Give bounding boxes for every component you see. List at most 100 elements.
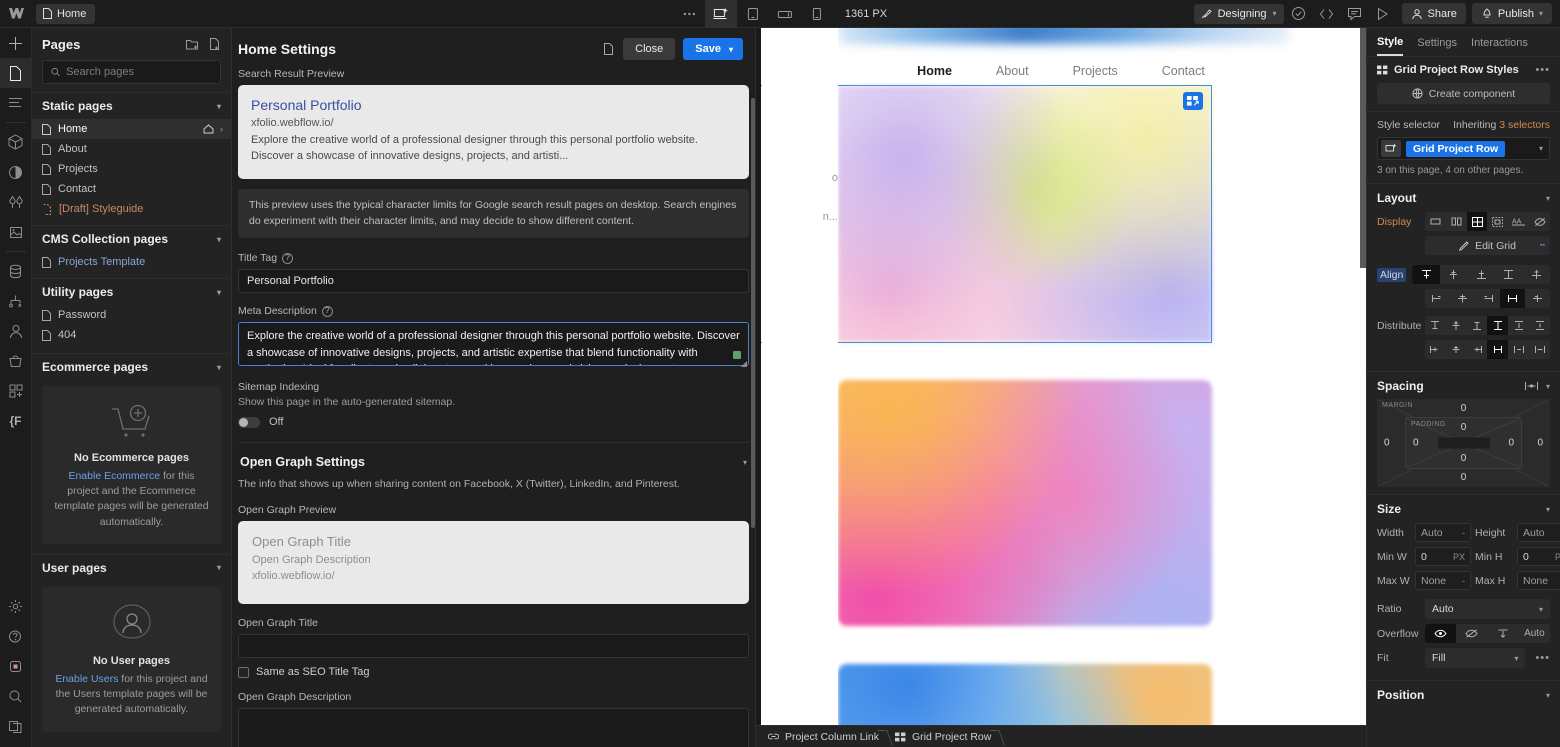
spacing-section-header[interactable]: Spacing ▾ <box>1377 379 1550 393</box>
margin-left-value[interactable]: 0 <box>1384 438 1390 449</box>
enable-users-link[interactable]: Enable Users <box>55 673 118 685</box>
display-flex-icon[interactable] <box>1446 212 1467 231</box>
breakpoint-mobile-landscape-icon[interactable] <box>769 0 801 28</box>
search-input[interactable] <box>66 66 212 78</box>
resize-grip-icon[interactable]: ◢ <box>741 359 747 368</box>
selector-scope-icon[interactable] <box>1381 140 1401 157</box>
meta-description-textarea[interactable] <box>238 322 749 366</box>
layout-section-header[interactable]: Layout ▾ <box>1377 191 1550 205</box>
nav-link-projects[interactable]: Projects <box>1073 64 1118 78</box>
display-inline-block-icon[interactable] <box>1487 212 1508 231</box>
dist2-end-icon[interactable] <box>1467 340 1488 359</box>
comment-icon[interactable] <box>1342 1 1368 27</box>
margin-top-value[interactable]: 0 <box>1461 403 1467 414</box>
dist-around-icon[interactable] <box>1529 316 1550 335</box>
og-description-textarea[interactable] <box>238 708 749 747</box>
navigator-icon[interactable] <box>0 88 32 118</box>
settings-scrollbar[interactable] <box>751 98 755 528</box>
tab-settings[interactable]: Settings <box>1417 37 1457 55</box>
project-image-2[interactable] <box>838 380 1212 626</box>
height-input[interactable]: Auto- <box>1517 523 1560 542</box>
nav-link-contact[interactable]: Contact <box>1162 64 1205 78</box>
nav-link-home[interactable]: Home <box>917 64 952 78</box>
min-width-input[interactable]: 0PX <box>1415 547 1471 566</box>
align-baseline-icon[interactable] <box>1522 265 1550 284</box>
dist-stretch-icon[interactable] <box>1487 316 1508 335</box>
chevron-down-icon[interactable]: ▾ <box>217 363 221 372</box>
sitemap-toggle-row[interactable]: Off <box>238 416 749 428</box>
chevron-down-icon[interactable]: ▾ <box>743 458 747 467</box>
help-icon[interactable] <box>0 621 32 651</box>
section-user-pages[interactable]: User pages ▾ <box>32 554 231 581</box>
settings-icon[interactable] <box>0 591 32 621</box>
help-icon[interactable]: ? <box>322 306 333 317</box>
ecommerce-icon[interactable] <box>0 346 32 376</box>
assets-icon[interactable] <box>0 217 32 247</box>
align-start-icon[interactable] <box>1412 265 1440 284</box>
max-width-input[interactable]: None- <box>1415 571 1471 590</box>
breadcrumb-item-grid-project-row[interactable]: Grid Project Row <box>889 726 1001 747</box>
dist2-center-icon[interactable] <box>1446 340 1467 359</box>
fit-dropdown[interactable]: Fill▾ <box>1425 648 1525 668</box>
page-item-projects[interactable]: Projects <box>32 159 231 179</box>
page-item-projects-template[interactable]: Projects Template <box>32 252 231 272</box>
page-item-contact[interactable]: Contact <box>32 179 231 199</box>
page-item-password[interactable]: Password <box>32 305 231 325</box>
chevron-down-icon[interactable]: ▾ <box>217 563 221 572</box>
audit-icon[interactable] <box>1286 1 1312 27</box>
cms-icon[interactable] <box>0 256 32 286</box>
padding-control[interactable]: PADDING 0 0 0 0 <box>1405 417 1522 469</box>
padding-right-value[interactable]: 0 <box>1508 438 1514 449</box>
justify-start-icon[interactable] <box>1425 289 1450 308</box>
align-stretch-icon[interactable] <box>1495 265 1523 284</box>
page-item-styleguide-draft[interactable]: [Draft] Styleguide <box>32 199 231 219</box>
dist-end-icon[interactable] <box>1467 316 1488 335</box>
display-inline-icon[interactable]: AA <box>1508 212 1529 231</box>
margin-bottom-value[interactable]: 0 <box>1461 472 1467 483</box>
pages-icon[interactable] <box>0 58 32 88</box>
overflow-hidden-icon[interactable] <box>1456 624 1487 643</box>
preview-icon[interactable] <box>1370 1 1396 27</box>
tab-style[interactable]: Style <box>1377 36 1403 56</box>
open-graph-section-header[interactable]: Open Graph Settings ▾ <box>238 443 749 469</box>
breakpoint-tablet-icon[interactable] <box>737 0 769 28</box>
webflow-logo-icon[interactable] <box>0 0 32 28</box>
padding-top-value[interactable]: 0 <box>1461 422 1467 433</box>
section-static-pages[interactable]: Static pages ▾ <box>32 92 231 119</box>
section-utility-pages[interactable]: Utility pages ▾ <box>32 278 231 305</box>
tab-interactions[interactable]: Interactions <box>1471 37 1528 55</box>
display-grid-icon[interactable] <box>1467 212 1488 231</box>
duplicate-icon[interactable] <box>603 42 615 56</box>
new-folder-icon[interactable] <box>186 38 199 50</box>
search-pages-box[interactable] <box>42 60 221 84</box>
padding-bottom-value[interactable]: 0 <box>1461 453 1467 464</box>
code-icon[interactable] <box>1314 1 1340 27</box>
nav-link-about[interactable]: About <box>996 64 1029 78</box>
edit-grid-button[interactable]: Edit Grid ▪▪ <box>1425 236 1550 255</box>
project-image-3[interactable] <box>838 664 1212 725</box>
spacing-control[interactable]: MARGIN 0 0 0 0 PADDING 0 0 0 0 <box>1377 399 1550 487</box>
position-section-header[interactable]: Position ▾ <box>1377 688 1550 702</box>
breakpoint-mobile-portrait-icon[interactable] <box>801 0 833 28</box>
inheriting-count[interactable]: 3 selectors <box>1499 119 1550 131</box>
justify-baseline-icon[interactable] <box>1525 289 1550 308</box>
chevron-down-icon[interactable]: ▾ <box>217 235 221 244</box>
chevron-down-icon[interactable]: ▾ <box>217 102 221 111</box>
overflow-auto-label[interactable]: Auto <box>1519 624 1550 643</box>
og-title-input[interactable] <box>238 634 749 658</box>
new-page-icon[interactable] <box>209 38 221 50</box>
style-selector-combo[interactable]: Grid Project Row ▾ <box>1377 137 1550 160</box>
chevron-down-icon[interactable]: ▾ <box>217 288 221 297</box>
chevron-down-icon[interactable]: ▾ <box>1546 691 1550 700</box>
site-canvas[interactable]: Home About Projects Contact o n... <box>756 28 1366 725</box>
settings-scroll-area[interactable]: Search Result Preview Personal Portfolio… <box>232 68 755 747</box>
grid-badge-icon[interactable] <box>1183 92 1203 110</box>
overflow-scroll-icon[interactable] <box>1488 624 1519 643</box>
more-options-button[interactable] <box>673 0 705 28</box>
dist2-around-icon[interactable] <box>1529 340 1550 359</box>
variables-icon[interactable] <box>0 187 32 217</box>
share-button[interactable]: Share <box>1402 3 1466 24</box>
dist-start-icon[interactable] <box>1425 316 1446 335</box>
page-item-404[interactable]: 404 <box>32 325 231 345</box>
spacing-toggle-icon[interactable] <box>1524 381 1539 391</box>
